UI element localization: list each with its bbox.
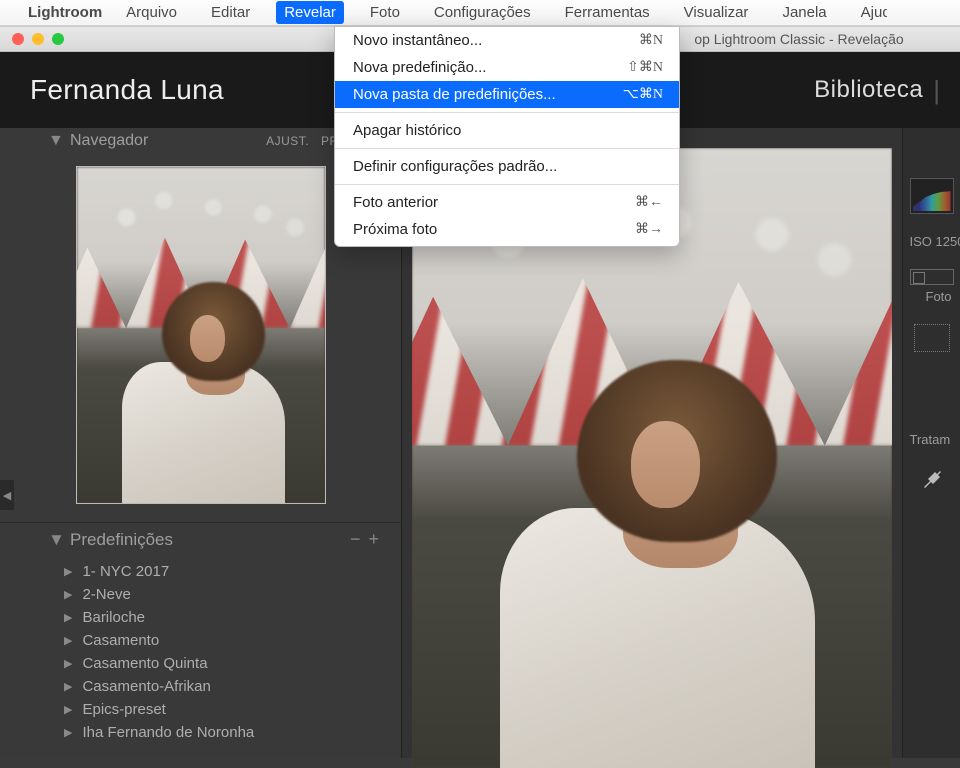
chevron-right-icon: ▶: [64, 680, 72, 693]
preset-folder[interactable]: ▶ Casamento Quinta: [64, 652, 401, 675]
menu-item-label: Apagar histórico: [353, 122, 461, 139]
preset-label: Casamento Quinta: [82, 655, 207, 672]
left-panel-collapse[interactable]: ◀: [0, 480, 14, 510]
navigator-thumbnail[interactable]: [76, 166, 326, 504]
menu-item-nova-pasta-predefinicoes[interactable]: Nova pasta de predefinições... ⌥⌘N: [335, 81, 679, 108]
presets-panel-header[interactable]: ▼ Predefinições −+: [0, 522, 401, 556]
chevron-right-icon: ▶: [64, 588, 72, 601]
preset-label: Casamento: [82, 632, 159, 649]
preset-folder[interactable]: ▶ 1- NYC 2017: [64, 560, 401, 583]
menu-ferramentas[interactable]: Ferramentas: [557, 1, 658, 24]
minimize-window-button[interactable]: [32, 33, 44, 45]
menu-visualizar[interactable]: Visualizar: [676, 1, 757, 24]
menu-separator: [335, 112, 679, 113]
menu-shortcut: ⌥⌘N: [623, 86, 663, 103]
right-panel: ISO 1250 Foto Tratam: [902, 128, 960, 758]
menu-item-label: Foto anterior: [353, 194, 438, 211]
menu-item-proxima-foto[interactable]: Próxima foto ⌘→: [335, 216, 679, 246]
menu-item-foto-anterior[interactable]: Foto anterior ⌘←: [335, 189, 679, 216]
menu-separator: [335, 148, 679, 149]
preset-label: Bariloche: [82, 609, 145, 626]
chevron-right-icon: ▶: [64, 657, 72, 670]
menu-foto[interactable]: Foto: [362, 1, 408, 24]
menu-shortcut: ⌘→: [635, 221, 663, 238]
preset-folder[interactable]: ▶ Iha Fernando de Noronha: [64, 721, 401, 744]
menu-arquivo[interactable]: Arquivo: [118, 1, 185, 24]
menu-editar[interactable]: Editar: [203, 1, 258, 24]
menu-item-novo-instantaneo[interactable]: Novo instantâneo... ⌘N: [335, 27, 679, 54]
menu-item-nova-predefinicao[interactable]: Nova predefinição... ⇧⌘N: [335, 54, 679, 81]
identity-plate: Fernanda Luna: [30, 74, 224, 106]
module-biblioteca[interactable]: Biblioteca: [814, 76, 923, 104]
presets-remove-button[interactable]: −: [350, 529, 369, 549]
traffic-lights: [12, 33, 64, 45]
foto-checkbox-row[interactable]: [910, 269, 954, 285]
module-divider: |: [933, 75, 940, 106]
menu-configuracoes[interactable]: Configurações: [426, 1, 539, 24]
chevron-right-icon: ▶: [64, 703, 72, 716]
menu-revelar[interactable]: Revelar: [276, 1, 344, 24]
chevron-right-icon: ▶: [64, 611, 72, 624]
iso-readout: ISO 1250: [906, 234, 958, 249]
zoom-window-button[interactable]: [52, 33, 64, 45]
menu-separator: [335, 184, 679, 185]
preset-folder[interactable]: ▶ Bariloche: [64, 606, 401, 629]
chevron-right-icon: ▶: [64, 565, 72, 578]
menu-item-label: Próxima foto: [353, 221, 437, 238]
menu-shortcut: ⇧⌘N: [627, 59, 663, 76]
preset-folder[interactable]: ▶ Epics-preset: [64, 698, 401, 721]
disclosure-triangle-icon[interactable]: ▼: [48, 530, 65, 550]
menu-item-definir-config-padrao[interactable]: Definir configurações padrão...: [335, 153, 679, 180]
crop-tool-icon[interactable]: [914, 324, 950, 352]
menu-janela[interactable]: Janela: [774, 1, 834, 24]
presets-list: ▶ 1- NYC 2017 ▶ 2-Neve ▶ Bariloche ▶ Casamen…: [0, 556, 401, 744]
preset-folder[interactable]: ▶ Casamento: [64, 629, 401, 652]
revelar-menu-dropdown: Novo instantâneo... ⌘N Nova predefinição…: [334, 26, 680, 247]
menu-ajuda[interactable]: Ajuda: [853, 1, 887, 24]
preset-folder[interactable]: ▶ 2-Neve: [64, 583, 401, 606]
foto-label: Foto: [906, 289, 958, 304]
eyedropper-icon[interactable]: [920, 467, 944, 491]
preset-label: 2-Neve: [82, 586, 130, 603]
menu-item-label: Nova predefinição...: [353, 59, 486, 76]
menu-item-label: Nova pasta de predefinições...: [353, 86, 556, 103]
mac-menubar: Lightroom Arquivo Editar Revelar Foto Co…: [0, 0, 960, 26]
preset-label: 1- NYC 2017: [82, 563, 169, 580]
chevron-right-icon: ▶: [64, 726, 72, 739]
menu-item-apagar-historico[interactable]: Apagar histórico: [335, 117, 679, 144]
menu-item-label: Novo instantâneo...: [353, 32, 482, 49]
preset-label: Epics-preset: [82, 701, 165, 718]
menu-shortcut: ⌘N: [639, 32, 663, 49]
chevron-right-icon: ▶: [64, 634, 72, 647]
zoom-fit[interactable]: AJUST.: [266, 134, 309, 148]
tratamento-label: Tratam: [906, 432, 958, 447]
disclosure-triangle-icon[interactable]: ▼: [48, 132, 64, 150]
presets-add-button[interactable]: +: [368, 529, 387, 549]
preset-label: Iha Fernando de Noronha: [82, 724, 254, 741]
menu-shortcut: ⌘←: [635, 194, 663, 211]
menu-item-label: Definir configurações padrão...: [353, 158, 557, 175]
preset-label: Casamento-Afrikan: [82, 678, 210, 695]
histogram[interactable]: [910, 178, 954, 214]
navigator-title: Navegador: [44, 132, 258, 150]
preset-folder[interactable]: ▶ Casamento-Afrikan: [64, 675, 401, 698]
close-window-button[interactable]: [12, 33, 24, 45]
menubar-app-name[interactable]: Lightroom: [28, 4, 102, 21]
